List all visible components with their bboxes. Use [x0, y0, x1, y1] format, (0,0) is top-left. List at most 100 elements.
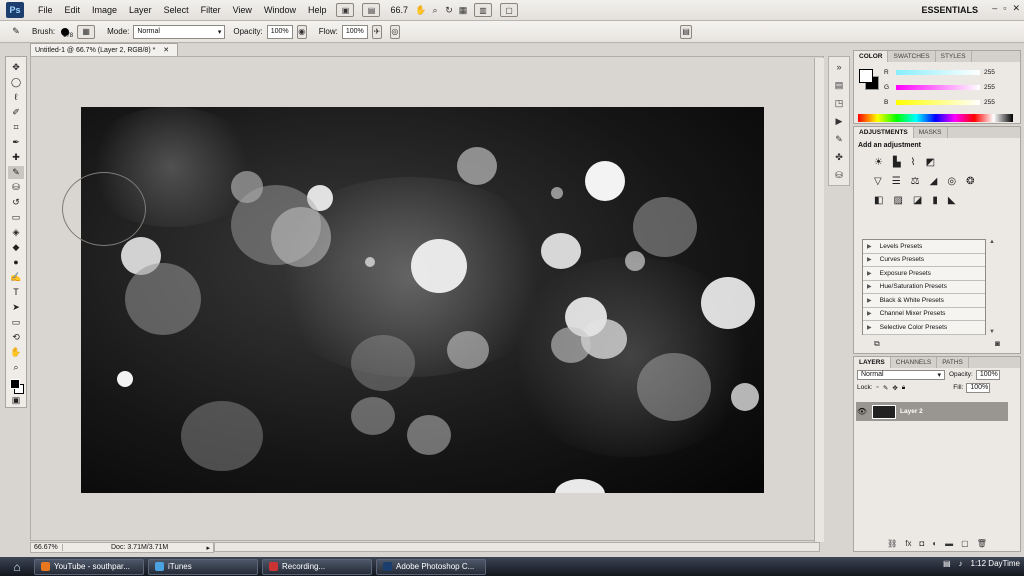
- image-canvas[interactable]: [81, 107, 764, 493]
- add-mask-icon[interactable]: ◘: [919, 539, 924, 549]
- preset-item[interactable]: ▶ Selective Color Presets: [863, 321, 985, 335]
- levels-icon[interactable]: ▙: [893, 157, 901, 168]
- brush-panel-icon[interactable]: ▦: [77, 24, 96, 39]
- preset-item[interactable]: ▶ Channel Mixer Presets: [863, 308, 985, 321]
- panel-toggle-icon[interactable]: ▤: [680, 24, 692, 39]
- shape-tool-icon[interactable]: ▭: [8, 316, 24, 329]
- menu-image[interactable]: Image: [86, 5, 123, 15]
- start-button-icon[interactable]: ⌂: [4, 557, 30, 576]
- hue-saturation-icon[interactable]: ☰: [892, 176, 901, 187]
- red-value[interactable]: 255: [984, 69, 995, 76]
- clip-to-layer-icon[interactable]: ⧉: [874, 339, 880, 351]
- hand-tool-icon[interactable]: ✋: [8, 346, 24, 359]
- close-icon[interactable]: ✕: [1012, 3, 1020, 14]
- status-menu-arrow-icon[interactable]: ▸: [206, 544, 213, 552]
- black-white-icon[interactable]: ◢: [930, 176, 938, 187]
- pen-tool-icon[interactable]: ✍: [8, 271, 24, 284]
- document-tab[interactable]: Untitled-1 @ 66.7% (Layer 2, RGB/8) * ✕: [30, 43, 178, 56]
- preset-item[interactable]: ▶ Hue/Saturation Presets: [863, 281, 985, 294]
- 3d-rotate-tool-icon[interactable]: ⟲: [8, 331, 24, 344]
- tab-styles[interactable]: STYLES: [936, 51, 972, 62]
- layer-style-icon[interactable]: fx: [905, 539, 911, 549]
- mini-bridge-icon[interactable]: ▤: [362, 3, 381, 17]
- color-swatches[interactable]: [8, 376, 24, 394]
- blue-value[interactable]: 255: [984, 99, 995, 106]
- brightness-contrast-icon[interactable]: ☀: [874, 157, 883, 168]
- menu-filter[interactable]: Filter: [195, 5, 227, 15]
- new-adjustment-layer-icon[interactable]: ◐: [932, 539, 937, 549]
- taskbar-recording[interactable]: Recording...: [262, 558, 372, 575]
- threshold-icon[interactable]: ◪: [913, 195, 922, 206]
- collapse-dock-icon[interactable]: »: [832, 61, 846, 73]
- ruler-icon[interactable]: ▦: [456, 4, 470, 16]
- minimize-icon[interactable]: –: [992, 3, 997, 14]
- arrange-documents-icon[interactable]: ▥: [474, 3, 492, 17]
- foreground-color-swatch[interactable]: [10, 379, 20, 389]
- preset-item[interactable]: ▶ Black & White Presets: [863, 294, 985, 308]
- bridge-icon[interactable]: ▣: [336, 3, 355, 17]
- taskbar-photoshop[interactable]: Adobe Photoshop C...: [376, 558, 486, 575]
- menu-edit[interactable]: Edit: [59, 5, 87, 15]
- blue-slider[interactable]: [896, 99, 980, 105]
- channel-mixer-icon[interactable]: ❂: [966, 176, 974, 187]
- lock-pixels-icon[interactable]: ✎: [883, 384, 888, 392]
- marquee-tool-icon[interactable]: ◯: [8, 76, 24, 89]
- preset-item[interactable]: ▶ Curves Presets: [863, 254, 985, 267]
- horizontal-scrollbar[interactable]: [214, 542, 820, 552]
- foreground-color-chip[interactable]: [859, 69, 873, 83]
- layer-name[interactable]: Layer 2: [900, 408, 923, 415]
- tab-adjustments[interactable]: ADJUSTMENTS: [854, 127, 914, 138]
- quick-mask-icon[interactable]: ▣: [8, 394, 24, 407]
- tab-color[interactable]: COLOR: [854, 51, 889, 62]
- color-balance-icon[interactable]: ⚖: [911, 176, 920, 187]
- pressure-opacity-icon[interactable]: ◉: [296, 24, 307, 39]
- dodge-tool-icon[interactable]: ●: [8, 256, 24, 269]
- new-layer-icon[interactable]: ▢: [961, 539, 969, 549]
- tray-clock[interactable]: 1:12 DayTime: [971, 559, 1021, 568]
- curves-icon[interactable]: ⌇: [911, 157, 916, 168]
- menu-help[interactable]: Help: [302, 5, 333, 15]
- visibility-eye-icon[interactable]: 👁︎: [856, 407, 868, 416]
- eraser-tool-icon[interactable]: ▭: [8, 211, 24, 224]
- clone-source-icon[interactable]: ⛁: [832, 169, 846, 181]
- restore-icon[interactable]: ▫: [1003, 3, 1006, 14]
- volume-icon[interactable]: ♪: [959, 559, 963, 568]
- zoom-level-field[interactable]: 66.7: [390, 5, 408, 15]
- photo-filter-icon[interactable]: ◎: [947, 176, 956, 187]
- tab-masks[interactable]: MASKS: [914, 127, 948, 138]
- workspace-switcher[interactable]: ESSENTIALS: [921, 5, 978, 15]
- exposure-icon[interactable]: ◩: [926, 157, 935, 168]
- actions-panel-icon[interactable]: ▶: [832, 115, 846, 127]
- type-tool-icon[interactable]: T: [8, 286, 24, 299]
- red-slider[interactable]: [896, 69, 980, 75]
- move-tool-icon[interactable]: ✥: [8, 61, 24, 74]
- rotate-view-icon[interactable]: ↻: [442, 4, 456, 16]
- info-panel-icon[interactable]: ◳: [832, 97, 846, 109]
- color-spectrum-bar[interactable]: [858, 114, 1013, 122]
- blur-tool-icon[interactable]: ◆: [8, 241, 24, 254]
- taskbar-itunes[interactable]: iTunes: [148, 558, 258, 575]
- invert-icon[interactable]: ◧: [874, 195, 883, 206]
- mask-options-icon[interactable]: ◙: [995, 339, 1000, 351]
- menu-window[interactable]: Window: [258, 5, 302, 15]
- menu-file[interactable]: File: [32, 5, 59, 15]
- preset-item[interactable]: ▶ Exposure Presets: [863, 267, 985, 281]
- history-panel-icon[interactable]: ▤: [832, 79, 846, 91]
- layer-opacity-field[interactable]: 100%: [975, 369, 1000, 380]
- delete-layer-icon[interactable]: 🗑︎: [977, 539, 987, 549]
- link-layers-icon[interactable]: ⛓: [887, 539, 897, 549]
- taskbar-firefox[interactable]: YouTube - southpar...: [34, 558, 144, 575]
- network-icon[interactable]: ▤: [943, 559, 951, 568]
- brush-tool-icon[interactable]: ✎: [8, 25, 24, 38]
- menu-select[interactable]: Select: [158, 5, 195, 15]
- status-zoom[interactable]: 66.67%: [31, 544, 63, 551]
- preset-item[interactable]: ▶ Levels Presets: [863, 240, 985, 254]
- close-document-icon[interactable]: ✕: [163, 47, 169, 54]
- blend-mode-select[interactable]: Normal ▾: [857, 369, 945, 380]
- green-value[interactable]: 255: [984, 84, 995, 91]
- clone-stamp-tool-icon[interactable]: ⛁: [8, 181, 24, 194]
- scroll-down-icon[interactable]: ▼: [989, 329, 995, 335]
- lock-all-icon[interactable]: 🔒︎: [902, 384, 905, 392]
- history-brush-tool-icon[interactable]: ↺: [8, 196, 24, 209]
- opacity-field[interactable]: 100%: [266, 24, 293, 39]
